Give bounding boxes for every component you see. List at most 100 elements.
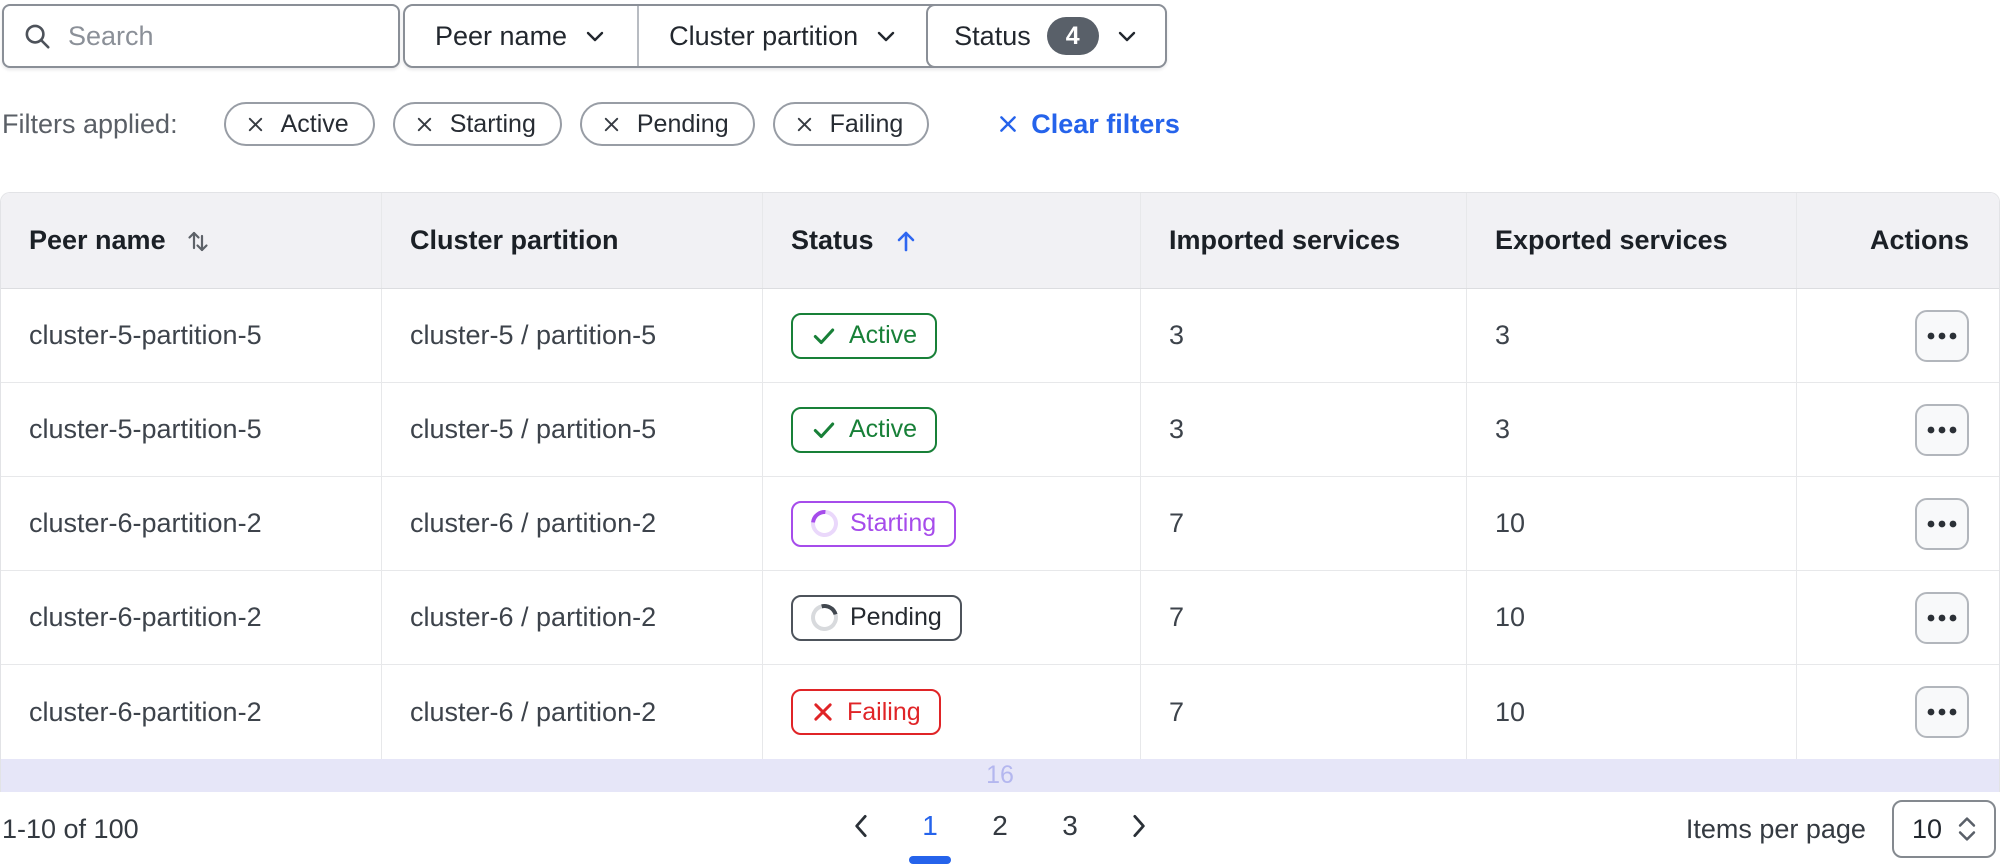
status-filter-count-badge: 4 [1046,17,1099,55]
table-row: cluster-6-partition-2 cluster-6 / partit… [1,665,1999,759]
table-header-row: Peer name Cluster partition Status Impor… [1,193,1999,289]
status-filter-dropdown[interactable]: Status 4 [926,4,1167,68]
status-cell: Pending [763,571,1141,664]
cluster-partition-cell: cluster-5 / partition-5 [382,289,763,382]
filter-chip-failing[interactable]: Failing [772,102,930,146]
column-header-status[interactable]: Status [763,193,1141,288]
previous-page-icon[interactable] [841,811,883,841]
imported-services-value: 7 [1169,602,1185,632]
table-body: cluster-5-partition-5 cluster-5 / partit… [1,289,1999,759]
status-cell: Active [763,289,1141,382]
imported-services-cell: 7 [1141,665,1467,759]
column-header-imported-services[interactable]: Imported services [1141,193,1467,288]
actions-cell [1797,665,1999,759]
cluster-partition-value: cluster-6 / partition-2 [410,696,657,727]
exported-services-cell: 3 [1467,383,1797,476]
peer-name-cell: cluster-6-partition-2 [1,477,382,570]
cluster-partition-value: cluster-6 / partition-2 [410,508,657,538]
column-header-label: Peer name [29,225,166,255]
exported-services-cell: 10 [1467,477,1797,570]
actions-cell [1797,571,1999,664]
cluster-partition-cell: cluster-6 / partition-2 [382,571,763,664]
column-header-peer-name[interactable]: Peer name [1,193,382,288]
status-badge: Active [791,312,938,359]
pagination-pages: 1 2 3 [841,810,1159,864]
check-icon [811,323,837,349]
filters-applied-label: Filters applied: [2,108,178,139]
chevron-down-icon [583,24,607,48]
exported-services-value: 10 [1495,602,1526,632]
column-header-label: Exported services [1495,225,1728,255]
items-per-page: Items per page 10 [1686,800,1996,858]
row-actions-ellipsis-button[interactable] [1915,497,1969,550]
stepper-up-down-icon[interactable] [1954,814,1980,844]
filter-chip-starting[interactable]: Starting [392,102,562,146]
items-per-page-label: Items per page [1685,813,1866,844]
exported-services-value: 10 [1495,696,1526,727]
search-icon [22,21,52,51]
peer-name-value: cluster-6-partition-2 [29,602,262,632]
cluster-partition-filter-label: Cluster partition [669,20,859,51]
table-row: cluster-5-partition-5 cluster-5 / partit… [1,383,1999,477]
search-input[interactable] [68,20,380,52]
page-button-2[interactable]: 2 [977,810,1023,842]
column-header-cluster-partition[interactable]: Cluster partition [382,193,763,288]
filter-chip-active[interactable]: Active [223,102,375,146]
remove-filter-icon[interactable] [246,115,265,134]
peer-name-filter-dropdown[interactable]: Peer name [405,6,638,66]
exported-services-value: 10 [1495,508,1526,538]
cluster-partition-cell: cluster-6 / partition-2 [382,665,763,759]
page-button-1[interactable]: 1 [907,810,953,864]
cluster-partition-value: cluster-5 / partition-5 [410,320,657,350]
peer-name-filter-label: Peer name [435,20,568,51]
peer-name-value: cluster-6-partition-2 [29,508,262,538]
remove-filter-icon[interactable] [795,115,814,134]
status-badge: Pending [791,594,962,641]
status-cell: Starting [763,477,1141,570]
status-label: Starting [850,509,937,537]
cluster-partition-value: cluster-5 / partition-5 [410,414,657,444]
status-filter-label: Status [954,20,1031,51]
column-header-exported-services[interactable]: Exported services [1467,193,1797,288]
search-box[interactable] [2,4,400,68]
remove-filter-icon[interactable] [415,115,434,134]
status-label: Failing [847,697,921,726]
remove-filter-icon[interactable] [602,115,621,134]
row-actions-ellipsis-button[interactable] [1915,309,1969,362]
filter-chip-pending[interactable]: Pending [579,102,755,146]
peer-name-value: cluster-5-partition-5 [29,414,262,444]
imported-services-value: 3 [1169,320,1185,350]
page-button-3[interactable]: 3 [1047,810,1093,842]
sort-both-icon[interactable] [184,227,212,255]
chevron-down-icon [874,24,898,48]
cluster-partition-filter-dropdown[interactable]: Cluster partition [637,6,929,66]
peer-name-cell: cluster-6-partition-2 [1,665,382,759]
filter-chip-label: Pending [636,109,729,138]
exported-services-cell: 10 [1467,571,1797,664]
items-per-page-stepper[interactable]: 10 [1891,800,1996,858]
sort-ascending-icon[interactable] [892,227,920,255]
table-row: cluster-5-partition-5 cluster-5 / partit… [1,289,1999,383]
exported-services-value: 3 [1495,414,1511,444]
row-actions-ellipsis-button[interactable] [1915,591,1969,644]
column-header-label: Actions [1869,225,1969,255]
row-actions-ellipsis-button[interactable] [1915,403,1969,456]
filter-dropdown-group: Peer name Cluster partition Status 4 [403,4,1167,68]
spinner-icon [806,599,843,636]
status-badge: Starting [791,500,957,547]
imported-services-value: 3 [1169,414,1185,444]
status-cell: Failing [763,665,1141,759]
row-actions-ellipsis-button[interactable] [1915,686,1969,738]
peer-name-cell: cluster-6-partition-2 [1,571,382,664]
table-row: cluster-6-partition-2 cluster-6 / partit… [1,571,1999,665]
check-icon [811,417,837,443]
next-page-icon[interactable] [1117,811,1159,841]
clear-filters-button[interactable]: Clear filters [997,109,1180,140]
exported-services-cell: 3 [1467,289,1797,382]
applied-filters-bar: Filters applied: Active Starting Pending… [2,102,2000,146]
table-row: cluster-6-partition-2 cluster-6 / partit… [1,477,1999,571]
filter-chip-label: Failing [829,109,904,138]
filter-chip-label: Starting [449,109,536,138]
column-header-label: Cluster partition [410,225,619,255]
clear-filters-x-icon [997,113,1019,135]
